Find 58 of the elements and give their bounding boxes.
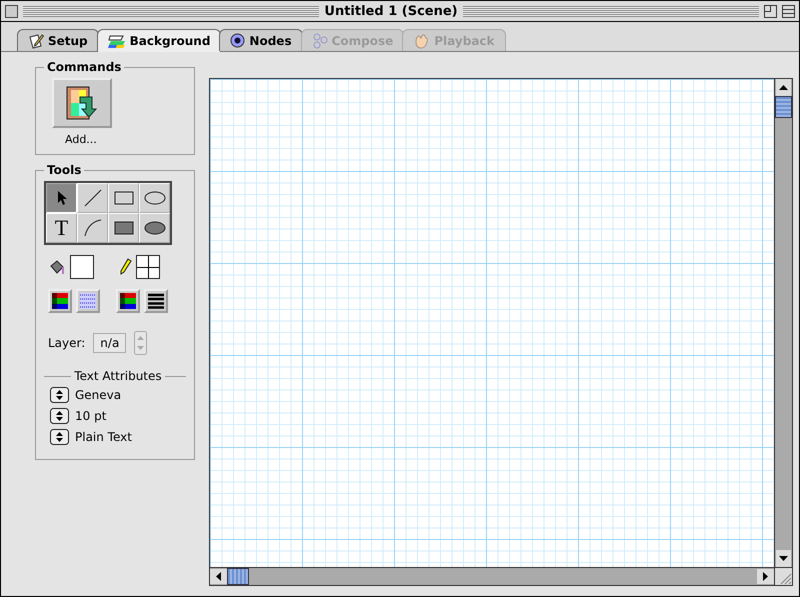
zoom-icon[interactable] — [782, 4, 795, 18]
popup-arrows-button[interactable] — [50, 429, 69, 445]
rectangle-icon — [114, 191, 134, 205]
group-title: Tools — [46, 163, 82, 177]
window-title: Untitled 1 (Scene) — [324, 4, 458, 18]
color-button[interactable] — [116, 289, 140, 313]
tool-button[interactable]: T — [46, 213, 77, 243]
line-width-button[interactable] — [144, 289, 168, 313]
tab[interactable]: Setup — [17, 29, 99, 51]
arrow-icon — [56, 190, 68, 206]
horizontal-scrollbar[interactable] — [210, 567, 774, 585]
oval-icon — [144, 191, 166, 205]
vertical-scrollbar[interactable] — [774, 79, 792, 567]
close-box[interactable] — [5, 4, 18, 18]
popup-value: Geneva — [75, 388, 122, 402]
tool-button[interactable] — [139, 183, 170, 213]
arc-icon — [84, 219, 102, 237]
tool-button[interactable] — [108, 213, 139, 243]
group-title: Text Attributes — [73, 369, 163, 383]
dither-pattern-icon — [80, 293, 96, 309]
hand-icon — [413, 32, 430, 48]
popup-value: 10 pt — [75, 409, 106, 423]
rgb-icon — [52, 293, 68, 309]
door-arrow-icon — [65, 85, 99, 121]
pencil-icon — [118, 258, 132, 276]
tool-button[interactable] — [46, 183, 77, 213]
nodes-icon — [312, 32, 328, 48]
pencil-paper-icon — [28, 32, 44, 48]
group-title: Commands — [46, 60, 122, 74]
layers-icon — [108, 33, 126, 49]
filled-rectangle-icon — [114, 221, 134, 235]
paint-bucket-icon — [48, 258, 66, 276]
tool-button[interactable] — [108, 183, 139, 213]
layer-label: Layer: — [48, 336, 86, 350]
scroll-thumb[interactable] — [775, 96, 792, 118]
add-label: Add... — [65, 133, 97, 146]
tab[interactable]: Nodes — [219, 29, 303, 51]
resize-grip-icon[interactable] — [774, 567, 792, 585]
popup-arrows-button[interactable] — [50, 408, 69, 424]
tool-button[interactable] — [77, 183, 108, 213]
line-icon — [84, 189, 102, 207]
tab[interactable]: Background — [96, 29, 222, 52]
popup-value: Plain Text — [75, 430, 132, 444]
pattern-button[interactable] — [76, 289, 100, 313]
layer-field[interactable]: n/a — [93, 333, 126, 353]
tool-button[interactable] — [139, 213, 170, 243]
rgb-icon — [120, 293, 136, 309]
target-icon — [230, 33, 246, 48]
filled-oval-icon — [144, 221, 166, 235]
collapse-icon[interactable] — [764, 4, 777, 18]
add-button[interactable] — [52, 78, 112, 128]
line-width-icon — [148, 293, 164, 309]
line-pattern-swatch[interactable] — [136, 255, 160, 279]
scroll-thumb[interactable] — [227, 568, 249, 585]
tool-button[interactable] — [77, 213, 108, 243]
fill-color-swatch[interactable] — [70, 255, 94, 279]
popup-arrows-button[interactable] — [50, 387, 69, 403]
color-button[interactable] — [48, 289, 72, 313]
